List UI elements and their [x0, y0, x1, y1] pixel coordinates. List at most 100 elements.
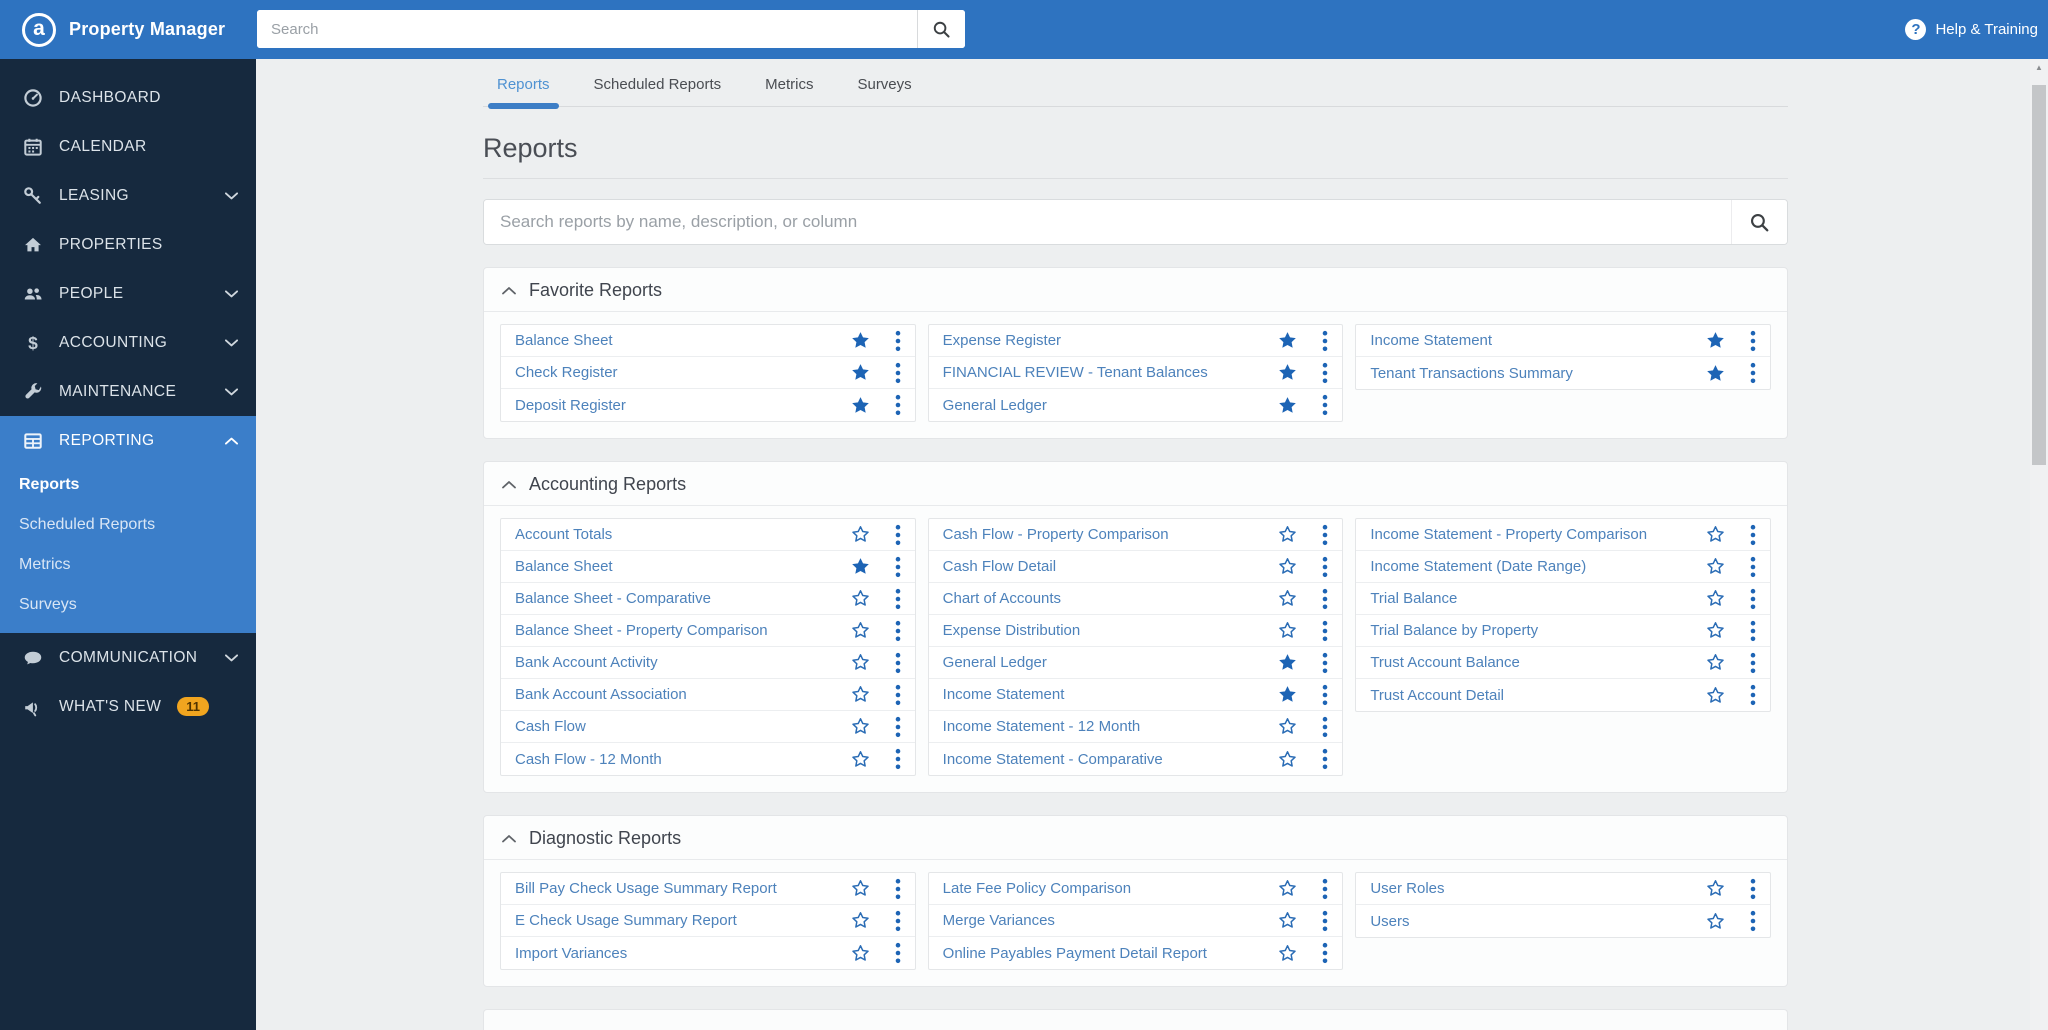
report-link-income-statement[interactable]: Income Statement: [1370, 332, 1705, 349]
favorite-toggle[interactable]: [1705, 878, 1726, 899]
report-link-general-ledger[interactable]: General Ledger: [943, 654, 1278, 671]
report-search-button[interactable]: [1731, 200, 1787, 244]
report-link-income-statement-12-month[interactable]: Income Statement - 12 Month: [943, 718, 1278, 735]
report-link-expense-register[interactable]: Expense Register: [943, 332, 1278, 349]
favorite-toggle[interactable]: [1705, 524, 1726, 545]
report-link-tenant-transactions-summary[interactable]: Tenant Transactions Summary: [1370, 365, 1705, 382]
collapse-section-button[interactable]: [500, 478, 518, 491]
favorite-toggle[interactable]: [1277, 910, 1298, 931]
favorite-toggle[interactable]: [850, 556, 871, 577]
favorite-toggle[interactable]: [850, 684, 871, 705]
row-menu-button[interactable]: [895, 524, 901, 546]
collapse-section-button[interactable]: [500, 284, 518, 297]
row-menu-button[interactable]: [895, 716, 901, 738]
favorite-toggle[interactable]: [1277, 362, 1298, 383]
report-link-late-fee-policy-comparison[interactable]: Late Fee Policy Comparison: [943, 880, 1278, 897]
row-menu-button[interactable]: [895, 620, 901, 642]
sidebar-item-maintenance[interactable]: MAINTENANCE: [0, 367, 256, 416]
favorite-toggle[interactable]: [1277, 395, 1298, 416]
favorite-toggle[interactable]: [1277, 684, 1298, 705]
row-menu-button[interactable]: [895, 942, 901, 964]
favorite-toggle[interactable]: [1705, 652, 1726, 673]
brand[interactable]: a Property Manager: [22, 0, 225, 59]
favorite-toggle[interactable]: [1277, 524, 1298, 545]
report-link-check-register[interactable]: Check Register: [515, 364, 850, 381]
row-menu-button[interactable]: [1750, 588, 1756, 610]
report-link-bill-pay-check-usage-summary-report[interactable]: Bill Pay Check Usage Summary Report: [515, 880, 850, 897]
row-menu-button[interactable]: [895, 588, 901, 610]
row-menu-button[interactable]: [895, 878, 901, 900]
favorite-toggle[interactable]: [1277, 749, 1298, 770]
report-link-chart-of-accounts[interactable]: Chart of Accounts: [943, 590, 1278, 607]
favorite-toggle[interactable]: [850, 395, 871, 416]
report-link-deposit-register[interactable]: Deposit Register: [515, 397, 850, 414]
favorite-toggle[interactable]: [850, 330, 871, 351]
row-menu-button[interactable]: [1322, 652, 1328, 674]
report-link-online-payables-payment-detail-report[interactable]: Online Payables Payment Detail Report: [943, 945, 1278, 962]
tab-metrics[interactable]: Metrics: [765, 59, 813, 106]
favorite-toggle[interactable]: [1277, 943, 1298, 964]
row-menu-button[interactable]: [895, 394, 901, 416]
sidebar-subitem-reports[interactable]: Reports: [0, 465, 256, 505]
row-menu-button[interactable]: [895, 652, 901, 674]
report-link-general-ledger[interactable]: General Ledger: [943, 397, 1278, 414]
sidebar-item-calendar[interactable]: CALENDAR: [0, 122, 256, 171]
report-link-users[interactable]: Users: [1370, 913, 1705, 930]
report-link-trial-balance[interactable]: Trial Balance: [1370, 590, 1705, 607]
report-link-financial-review-tenant-balances[interactable]: FINANCIAL REVIEW - Tenant Balances: [943, 364, 1278, 381]
sidebar-item-what-s-new[interactable]: WHAT'S NEW11: [0, 682, 256, 731]
favorite-toggle[interactable]: [1705, 556, 1726, 577]
favorite-toggle[interactable]: [850, 878, 871, 899]
sidebar-subitem-metrics[interactable]: Metrics: [0, 545, 256, 585]
sidebar-subitem-surveys[interactable]: Surveys: [0, 585, 256, 625]
help-training-link[interactable]: ? Help & Training: [1905, 0, 2038, 59]
sidebar-item-reporting[interactable]: REPORTING: [0, 416, 256, 465]
scrollbar-thumb[interactable]: [2032, 85, 2046, 465]
report-link-income-statement-comparative[interactable]: Income Statement - Comparative: [943, 751, 1278, 768]
report-link-bank-account-association[interactable]: Bank Account Association: [515, 686, 850, 703]
tab-scheduled-reports[interactable]: Scheduled Reports: [594, 59, 722, 106]
row-menu-button[interactable]: [1322, 330, 1328, 352]
favorite-toggle[interactable]: [850, 749, 871, 770]
report-link-trial-balance-by-property[interactable]: Trial Balance by Property: [1370, 622, 1705, 639]
row-menu-button[interactable]: [1322, 684, 1328, 706]
row-menu-button[interactable]: [1322, 556, 1328, 578]
row-menu-button[interactable]: [1750, 620, 1756, 642]
row-menu-button[interactable]: [1322, 362, 1328, 384]
report-link-income-statement-date-range[interactable]: Income Statement (Date Range): [1370, 558, 1705, 575]
sidebar-item-people[interactable]: PEOPLE: [0, 269, 256, 318]
row-menu-button[interactable]: [1322, 588, 1328, 610]
favorite-toggle[interactable]: [850, 620, 871, 641]
report-link-cash-flow[interactable]: Cash Flow: [515, 718, 850, 735]
sidebar-item-leasing[interactable]: LEASING: [0, 171, 256, 220]
row-menu-button[interactable]: [1322, 394, 1328, 416]
favorite-toggle[interactable]: [850, 716, 871, 737]
report-link-income-statement[interactable]: Income Statement: [943, 686, 1278, 703]
row-menu-button[interactable]: [1322, 620, 1328, 642]
report-link-balance-sheet[interactable]: Balance Sheet: [515, 558, 850, 575]
row-menu-button[interactable]: [1750, 362, 1756, 384]
favorite-toggle[interactable]: [1705, 588, 1726, 609]
global-search-button[interactable]: [917, 10, 965, 48]
favorite-toggle[interactable]: [1277, 652, 1298, 673]
favorite-toggle[interactable]: [850, 362, 871, 383]
report-link-e-check-usage-summary-report[interactable]: E Check Usage Summary Report: [515, 912, 850, 929]
report-link-cash-flow-detail[interactable]: Cash Flow Detail: [943, 558, 1278, 575]
favorite-toggle[interactable]: [1705, 330, 1726, 351]
favorite-toggle[interactable]: [1277, 716, 1298, 737]
favorite-toggle[interactable]: [1705, 685, 1726, 706]
favorite-toggle[interactable]: [1277, 878, 1298, 899]
row-menu-button[interactable]: [895, 362, 901, 384]
sidebar-item-properties[interactable]: PROPERTIES: [0, 220, 256, 269]
row-menu-button[interactable]: [895, 330, 901, 352]
scrollbar[interactable]: ▲: [2030, 59, 2048, 1030]
scroll-up-arrow[interactable]: ▲: [2030, 59, 2048, 77]
row-menu-button[interactable]: [1750, 556, 1756, 578]
row-menu-button[interactable]: [1750, 524, 1756, 546]
sidebar-item-accounting[interactable]: $ACCOUNTING: [0, 318, 256, 367]
row-menu-button[interactable]: [1322, 524, 1328, 546]
report-link-user-roles[interactable]: User Roles: [1370, 880, 1705, 897]
report-search-input[interactable]: [484, 200, 1731, 244]
row-menu-button[interactable]: [1322, 942, 1328, 964]
report-link-balance-sheet[interactable]: Balance Sheet: [515, 332, 850, 349]
